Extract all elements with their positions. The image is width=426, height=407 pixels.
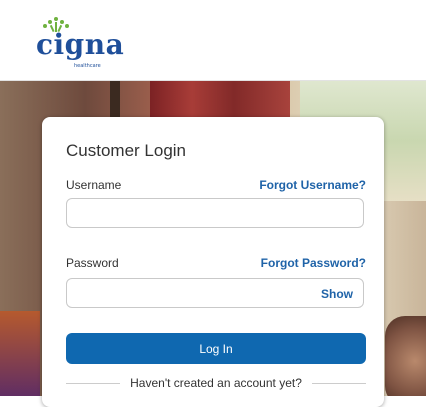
logo-subtext: healthcare [74, 63, 101, 69]
bg-left-decor [0, 311, 40, 396]
logo-wordmark: cigna [36, 28, 125, 61]
divider-line-right [311, 382, 367, 384]
forgot-username-link[interactable]: Forgot Username? [259, 178, 366, 192]
signup-divider: Haven't created an account yet? [66, 375, 367, 391]
login-title: Customer Login [66, 141, 187, 160]
no-account-text: Haven't created an account yet? [130, 376, 302, 390]
login-card: Customer Login Username Forgot Username?… [42, 117, 384, 407]
site-header: cigna healthcare [0, 0, 426, 81]
show-password-toggle[interactable]: Show [321, 287, 353, 301]
username-label: Username [66, 178, 122, 192]
forgot-password-link[interactable]: Forgot Password? [261, 256, 366, 270]
divider-line-left [66, 382, 121, 384]
username-input[interactable] [66, 198, 364, 228]
cigna-logo[interactable]: cigna healthcare [36, 16, 146, 69]
bg-pillow [385, 316, 426, 396]
password-label: Password [66, 256, 119, 270]
password-input[interactable]: Show [66, 278, 364, 308]
login-button[interactable]: Log In [66, 333, 366, 364]
